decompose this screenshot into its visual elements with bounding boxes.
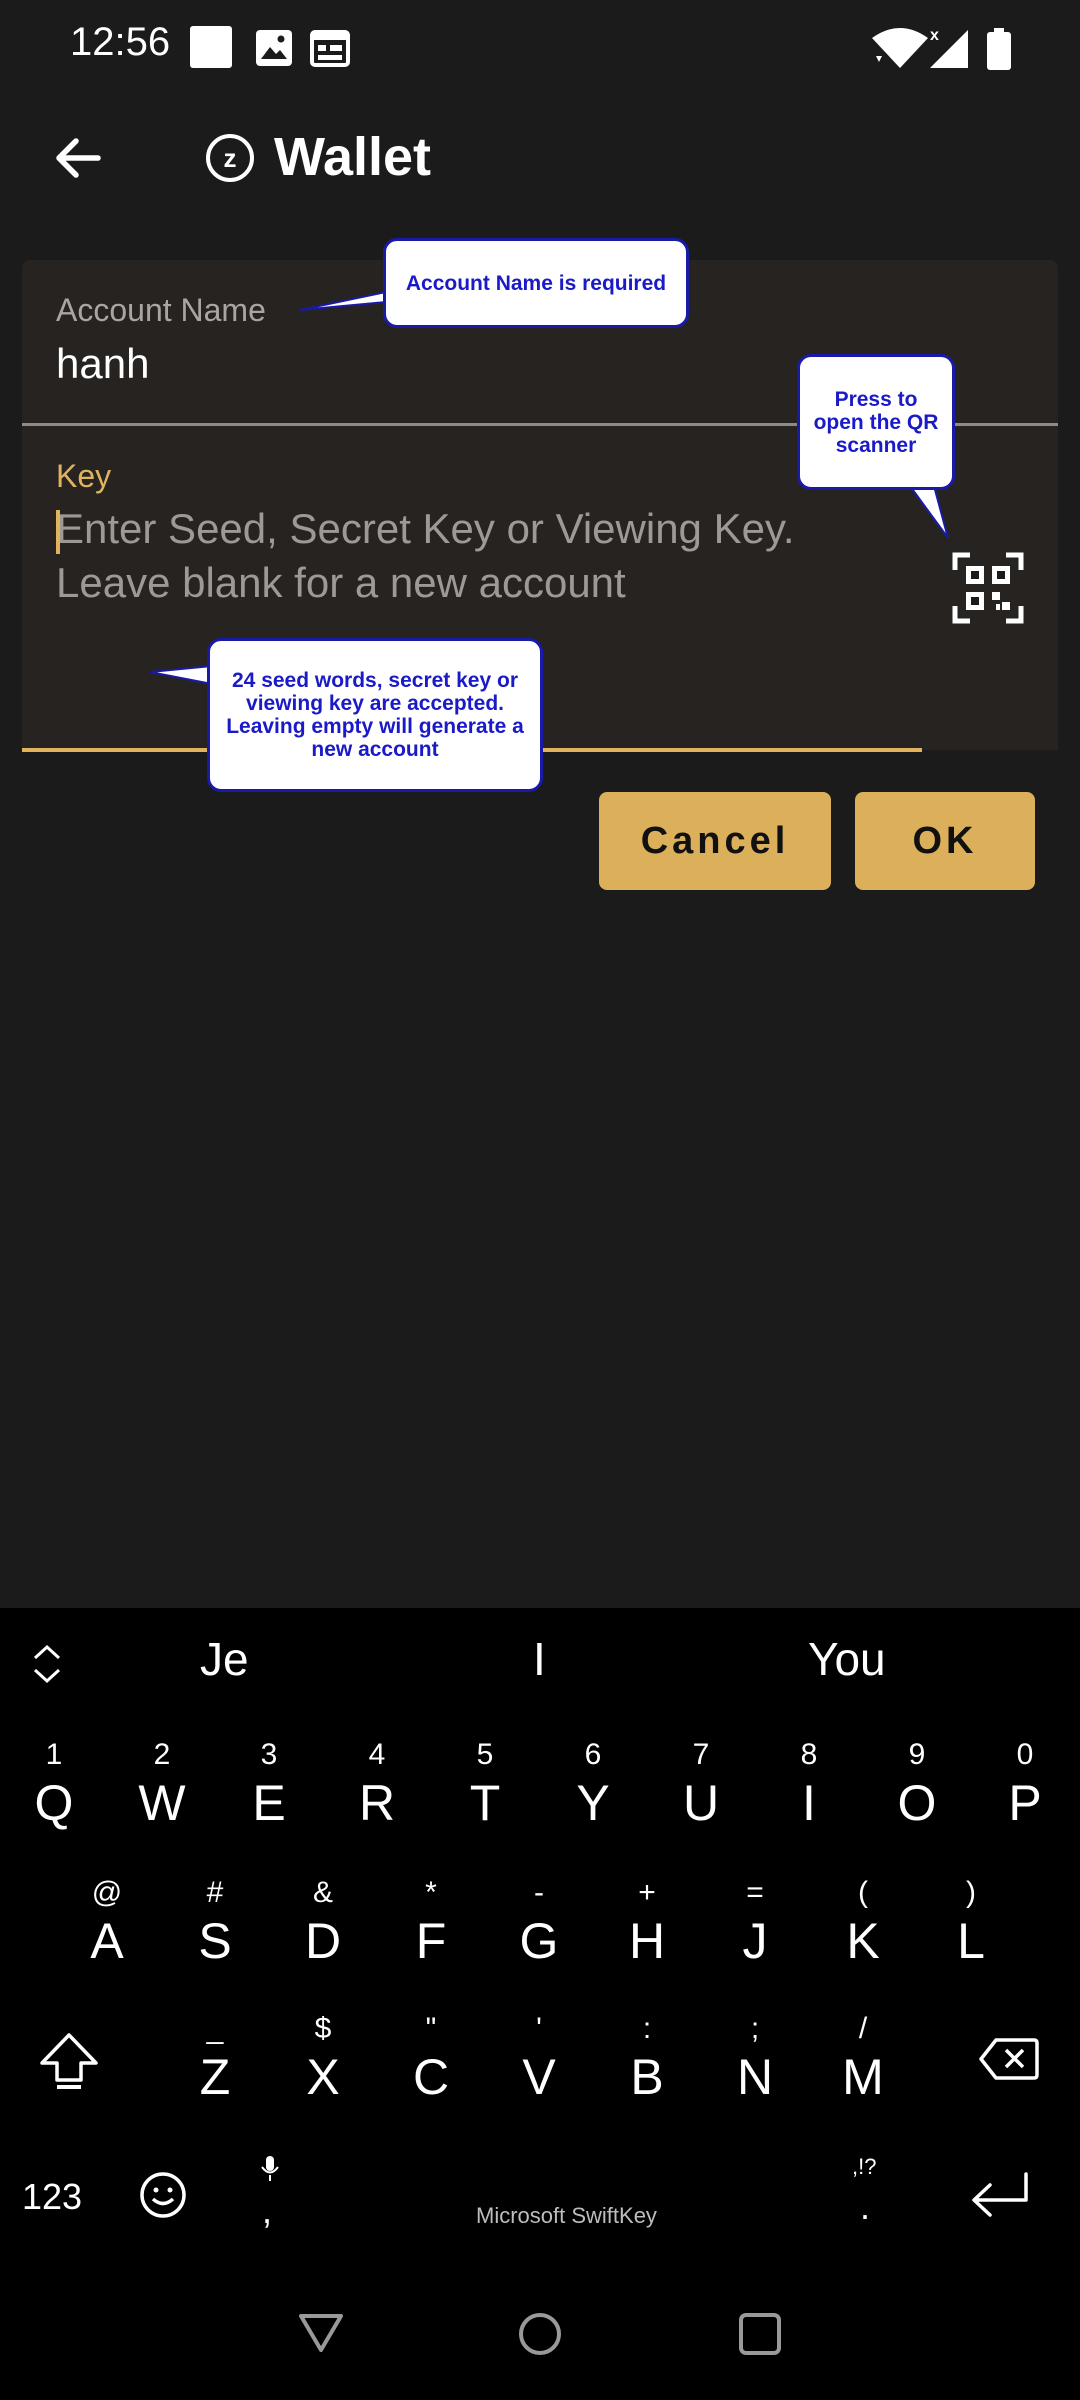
key-z[interactable]: _ Z (170, 2012, 260, 2106)
period-key[interactable]: . (860, 2186, 870, 2228)
key-b[interactable]: :B (602, 2012, 692, 2106)
key-f[interactable]: * F (386, 1876, 476, 1970)
key-n[interactable]: ; N (710, 2012, 800, 2106)
emoji-icon[interactable] (138, 2170, 188, 2220)
key-o[interactable]: 9O (872, 1738, 962, 1832)
key-g[interactable]: -G (494, 1876, 584, 1970)
key-c[interactable]: " C (386, 2012, 476, 2106)
nav-recents-icon[interactable] (736, 2310, 784, 2358)
suggestion-2[interactable]: I (533, 1632, 546, 1686)
key-q[interactable]: 1Q (9, 1738, 99, 1832)
comma-key[interactable]: , (262, 2190, 272, 2232)
nav-home-icon[interactable] (516, 2310, 564, 2358)
key-l[interactable]: ) L (926, 1876, 1016, 1970)
key-r[interactable]: 4R (332, 1738, 422, 1832)
microphone-icon[interactable] (259, 2154, 281, 2184)
key-a[interactable]: @ A (62, 1876, 152, 1970)
key-m[interactable]: / M (818, 2012, 908, 2106)
key-u[interactable]: 7U (656, 1738, 746, 1832)
suggestion-1[interactable]: Je (200, 1632, 249, 1686)
account-name-callout: Account Name is required (383, 238, 689, 328)
numbers-key[interactable]: 123 (22, 2176, 82, 2218)
key-y[interactable]: 6Y (548, 1738, 638, 1832)
expand-toolbar-icon[interactable] (30, 1642, 64, 1686)
backspace-icon[interactable] (978, 2036, 1040, 2082)
key-e[interactable]: 3E (224, 1738, 314, 1832)
nav-back-icon[interactable] (296, 2310, 346, 2356)
key-d[interactable]: & D (278, 1876, 368, 1970)
keyboard-brand: Microsoft SwiftKey (476, 2203, 657, 2228)
key-callout: 24 seed words, secret key or viewing key… (207, 638, 543, 792)
key-x[interactable]: $ X (278, 2012, 368, 2106)
qr-callout: Press to open the QR scanner (797, 354, 955, 490)
key-h[interactable]: + H (602, 1876, 692, 1970)
key-s[interactable]: # S (170, 1876, 260, 1970)
key-t[interactable]: 5T (440, 1738, 530, 1832)
enter-icon[interactable] (968, 2168, 1032, 2220)
key-p[interactable]: 0P (980, 1738, 1070, 1832)
period-hint: ,!? (852, 2154, 877, 2179)
key-w[interactable]: 2W (117, 1738, 207, 1832)
key-v[interactable]: ' V (494, 2012, 584, 2106)
key-i[interactable]: 8I (764, 1738, 854, 1832)
key-j[interactable]: = J (710, 1876, 800, 1970)
key-k[interactable]: (K (818, 1876, 908, 1970)
suggestion-3[interactable]: You (808, 1632, 886, 1686)
shift-key-icon[interactable] (36, 2030, 102, 2092)
